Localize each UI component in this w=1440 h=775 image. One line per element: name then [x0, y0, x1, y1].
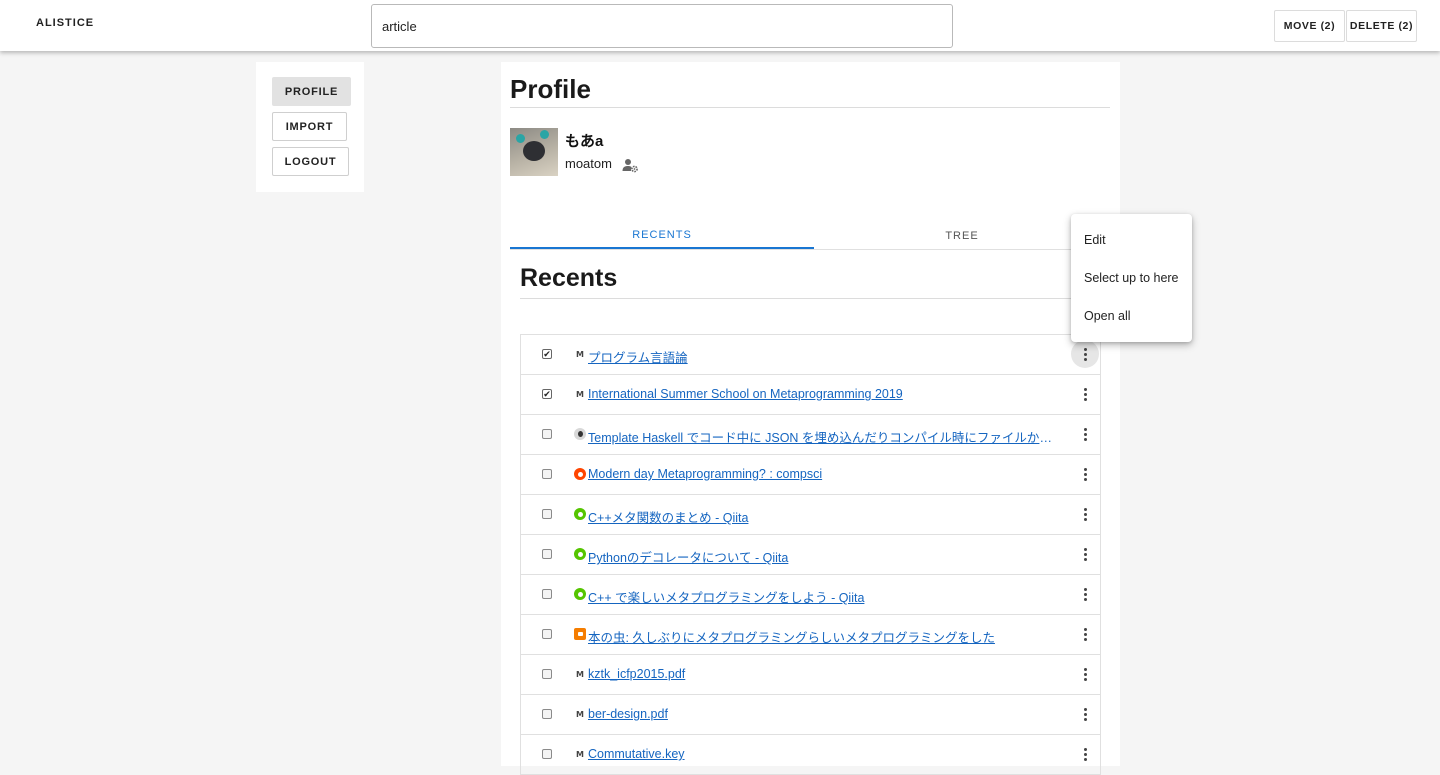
qiita-icon [574, 508, 586, 520]
tab-recents[interactable]: RECENTS [510, 222, 814, 249]
markdown-icon: M [576, 669, 584, 679]
avatar [510, 128, 558, 176]
item-link[interactable]: C++メタ関数のまとめ - Qiita [588, 507, 1058, 526]
tab-divider [510, 249, 1110, 250]
item-link[interactable]: International Summer School on Metaprogr… [588, 387, 1058, 401]
list-item: 本の虫: 久しぶりにメタプログラミングらしいメタプログラミングをした [521, 615, 1100, 655]
blogger-icon [574, 628, 586, 640]
profile-display-name: もあa [565, 133, 604, 150]
markdown-icon: M [576, 349, 584, 359]
more-vert-icon[interactable] [1071, 580, 1099, 608]
list-item: M ber-design.pdf [521, 695, 1100, 735]
item-link[interactable]: ber-design.pdf [588, 707, 1058, 721]
nav-import-button[interactable]: IMPORT [272, 112, 347, 141]
more-vert-icon[interactable] [1071, 620, 1099, 648]
page-title: Profile [510, 74, 591, 104]
list-item: M Commutative.key [521, 735, 1100, 775]
more-vert-icon[interactable] [1071, 420, 1099, 448]
list-item: C++メタ関数のまとめ - Qiita [521, 495, 1100, 535]
side-nav: PROFILE IMPORT LOGOUT [256, 62, 364, 192]
item-link[interactable]: プログラム言語論 [588, 347, 1058, 366]
menu-item-select-up-to-here[interactable]: Select up to here [1071, 259, 1192, 297]
nav-profile-button[interactable]: PROFILE [272, 77, 351, 106]
app-brand[interactable]: ALISTICE [36, 17, 94, 29]
more-vert-icon[interactable] [1071, 380, 1099, 408]
item-link[interactable]: Pythonのデコレータについて - Qiita [588, 547, 1058, 566]
move-button[interactable]: MOVE (2) [1274, 10, 1345, 42]
item-link[interactable]: Template Haskell でコード中に JSON を埋め込んだりコンパイ… [588, 427, 1058, 446]
markdown-icon: M [576, 389, 584, 399]
item-link[interactable]: Commutative.key [588, 747, 1058, 761]
divider [510, 107, 1110, 108]
checkbox-checked[interactable]: ✔ [542, 389, 552, 399]
checkbox[interactable] [542, 549, 552, 559]
context-menu: Edit Select up to here Open all [1071, 214, 1192, 342]
more-vert-icon[interactable] [1071, 500, 1099, 528]
tab-tree[interactable]: TREE [814, 222, 1110, 249]
more-vert-icon[interactable] [1071, 660, 1099, 688]
item-link[interactable]: C++ で楽しいメタプログラミングをしよう - Qiita [588, 587, 1058, 606]
checkbox[interactable] [542, 629, 552, 639]
list-item: ✔ M International Summer School on Metapr… [521, 375, 1100, 415]
checkbox[interactable] [542, 589, 552, 599]
recents-list: ✔ M プログラム言語論 ✔ M International Summer Schoo… [520, 334, 1101, 775]
checkbox[interactable] [542, 469, 552, 479]
nav-logout-button[interactable]: LOGOUT [272, 147, 349, 176]
markdown-icon: M [576, 709, 584, 719]
section-title: Recents [520, 264, 618, 292]
item-link[interactable]: Modern day Metaprogramming? : compsci [588, 467, 1058, 481]
checkbox[interactable] [542, 429, 552, 439]
checkbox[interactable] [542, 749, 552, 759]
more-vert-icon[interactable] [1071, 460, 1099, 488]
checkbox[interactable] [542, 709, 552, 719]
checkbox-checked[interactable]: ✔ [542, 349, 552, 359]
more-vert-icon[interactable] [1071, 540, 1099, 568]
more-vert-icon[interactable] [1071, 740, 1099, 768]
more-vert-icon[interactable] [1071, 340, 1099, 368]
more-vert-icon[interactable] [1071, 700, 1099, 728]
divider [520, 298, 1100, 299]
delete-button[interactable]: DELETE (2) [1346, 10, 1417, 42]
checkbox[interactable] [542, 509, 552, 519]
menu-item-edit[interactable]: Edit [1071, 221, 1192, 259]
markdown-icon: M [576, 749, 584, 759]
search-input[interactable] [371, 4, 953, 48]
qiita-icon [574, 548, 586, 560]
list-item: ✔ M プログラム言語論 [521, 335, 1100, 375]
checkbox[interactable] [542, 669, 552, 679]
item-link[interactable]: kztk_icfp2015.pdf [588, 667, 1058, 681]
list-item: Template Haskell でコード中に JSON を埋め込んだりコンパイ… [521, 415, 1100, 455]
reddit-icon [574, 468, 586, 480]
top-app-bar: ALISTICE MOVE (2) DELETE (2) [0, 0, 1440, 51]
main-panel: Profile もあa moatom RECENTS TREE Recents … [501, 62, 1120, 775]
list-item: Pythonのデコレータについて - Qiita [521, 535, 1100, 575]
qiita-icon [574, 588, 586, 600]
list-item: Modern day Metaprogramming? : compsci [521, 455, 1100, 495]
list-item: M kztk_icfp2015.pdf [521, 655, 1100, 695]
user-settings-icon[interactable] [621, 156, 639, 174]
github-icon [574, 428, 586, 440]
profile-username: moatom [565, 156, 612, 171]
list-item: C++ で楽しいメタプログラミングをしよう - Qiita [521, 575, 1100, 615]
menu-item-open-all[interactable]: Open all [1071, 297, 1192, 335]
item-link[interactable]: 本の虫: 久しぶりにメタプログラミングらしいメタプログラミングをした [588, 627, 1058, 646]
